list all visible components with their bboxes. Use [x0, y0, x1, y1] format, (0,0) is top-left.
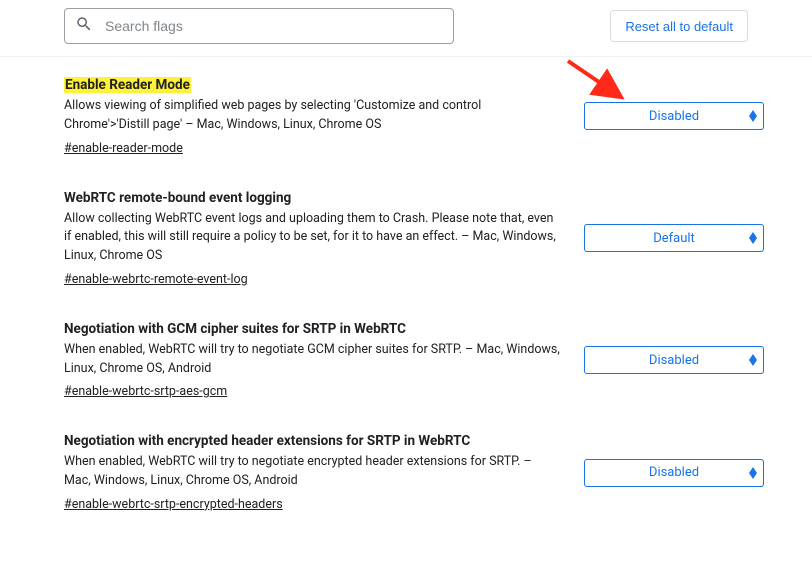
flag-select[interactable]: Disabled	[584, 346, 764, 374]
flags-content: Enable Reader Mode Allows viewing of sim…	[0, 57, 812, 566]
select-caret-icon	[749, 467, 757, 479]
flag-select-value: Disabled	[649, 465, 699, 480]
flag-select-value: Default	[653, 231, 695, 246]
flag-hash-link[interactable]: #enable-webrtc-srtp-encrypted-headers	[64, 497, 283, 512]
flag-title: Negotiation with encrypted header extens…	[64, 433, 470, 449]
flag-description: Allows viewing of simplified web pages b…	[64, 97, 560, 135]
select-caret-icon	[749, 232, 757, 244]
flag-select[interactable]: Disabled	[584, 459, 764, 487]
flag-row: WebRTC remote-bound event logging Allow …	[64, 190, 764, 287]
flag-description: When enabled, WebRTC will try to negotia…	[64, 341, 560, 379]
flag-select-value: Disabled	[649, 353, 699, 368]
flag-title: Enable Reader Mode	[64, 77, 191, 93]
search-input[interactable]	[103, 17, 443, 35]
flag-hash-link[interactable]: #enable-reader-mode	[64, 141, 183, 156]
flag-description: When enabled, WebRTC will try to negotia…	[64, 453, 560, 491]
select-caret-icon	[749, 110, 757, 122]
flag-select[interactable]: Default	[584, 224, 764, 252]
flag-hash-link[interactable]: #enable-webrtc-remote-event-log	[64, 272, 248, 287]
reset-all-button[interactable]: Reset all to default	[610, 10, 748, 42]
search-icon	[75, 15, 93, 37]
flag-title: WebRTC remote-bound event logging	[64, 190, 291, 206]
flag-title: Negotiation with GCM cipher suites for S…	[64, 321, 406, 337]
select-caret-icon	[749, 354, 757, 366]
flag-row: Negotiation with GCM cipher suites for S…	[64, 321, 764, 400]
flag-select-value: Disabled	[649, 109, 699, 124]
flag-select[interactable]: Disabled	[584, 102, 764, 130]
flag-description: Allow collecting WebRTC event logs and u…	[64, 210, 560, 266]
flag-row: Negotiation with encrypted header extens…	[64, 433, 764, 512]
topbar: Reset all to default	[0, 0, 812, 57]
flag-hash-link[interactable]: #enable-webrtc-srtp-aes-gcm	[64, 384, 227, 399]
search-box[interactable]	[64, 8, 454, 44]
flag-row: Enable Reader Mode Allows viewing of sim…	[64, 77, 764, 156]
